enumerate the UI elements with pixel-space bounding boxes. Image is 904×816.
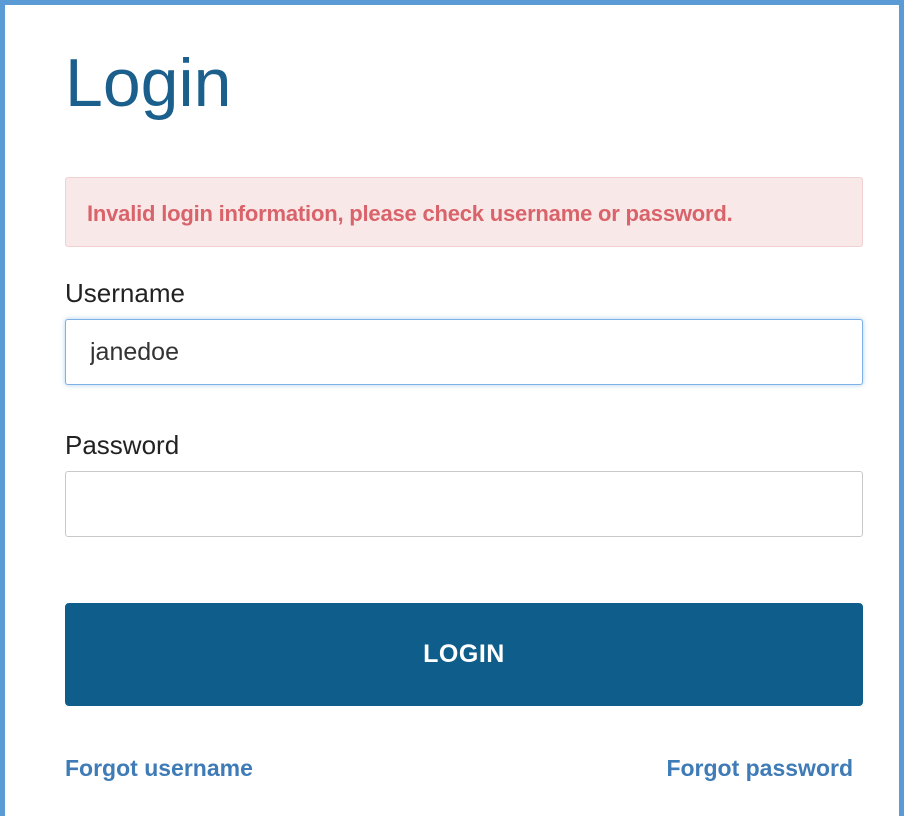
page-title: Login (65, 45, 232, 121)
username-input[interactable] (65, 319, 863, 385)
login-panel: Login Invalid login information, please … (0, 0, 904, 816)
password-input[interactable] (65, 471, 863, 537)
forgot-username-link[interactable]: Forgot username (65, 753, 253, 783)
login-button[interactable]: LOGIN (65, 603, 863, 706)
forgot-password-link[interactable]: Forgot password (666, 753, 853, 783)
username-label: Username (65, 278, 185, 308)
error-alert: Invalid login information, please check … (65, 177, 863, 247)
password-label: Password (65, 430, 180, 460)
error-message: Invalid login information, please check … (87, 201, 733, 226)
